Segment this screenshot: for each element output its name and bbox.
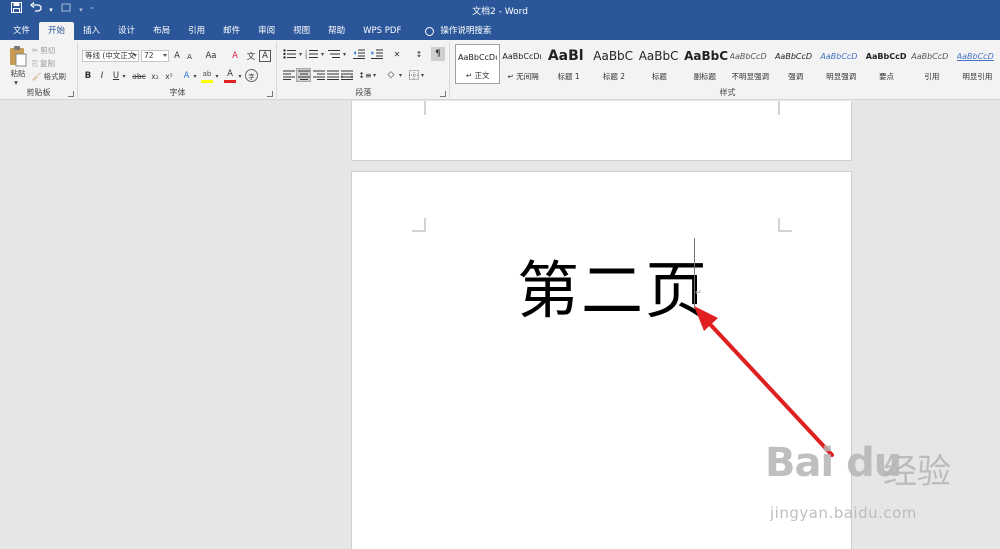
baidu-jingyan-watermark: Bai du 经验 jingyan.baidu.com <box>765 440 995 535</box>
watermark-url: jingyan.baidu.com <box>770 504 917 522</box>
watermark-logo: Bai du <box>765 440 902 486</box>
watermark-cn: 经验 <box>883 452 951 492</box>
